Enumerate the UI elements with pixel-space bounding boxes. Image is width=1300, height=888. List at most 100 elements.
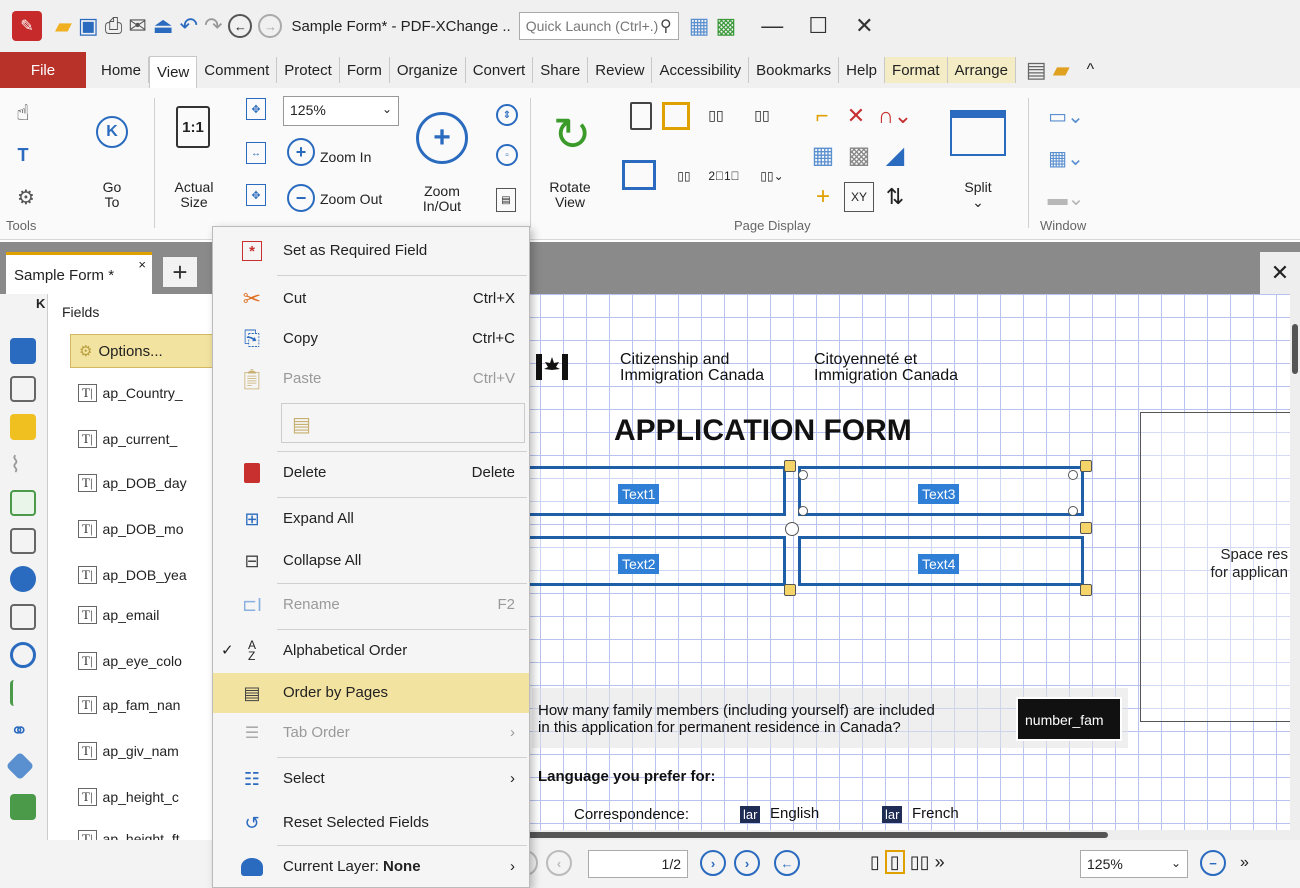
last-page-icon[interactable]: › <box>734 850 760 876</box>
menu-item-rename[interactable]: ⊏I Rename F2 <box>213 585 529 625</box>
signatures-icon[interactable] <box>10 528 36 554</box>
workspace-icon[interactable]: ▬⌄ <box>1046 184 1086 212</box>
close-tab-icon[interactable]: × <box>138 257 146 272</box>
new-tab-button[interactable]: + <box>162 256 198 288</box>
menu-item-reset-selected[interactable]: ↺ Reset Selected Fields <box>213 803 529 843</box>
layout-icon-c[interactable]: 2⃞1⃞ <box>704 162 744 190</box>
order-icon[interactable] <box>10 794 36 820</box>
zoom-out-button[interactable]: Zoom Out <box>320 192 382 207</box>
menu-item-tab-order[interactable]: ☰ Tab Order › <box>213 713 529 753</box>
close-button[interactable]: ✕ <box>841 13 887 39</box>
hand-tool-icon[interactable]: ☝ <box>10 98 36 128</box>
field-item[interactable]: T| ap_email <box>78 600 218 630</box>
page-up-icon[interactable]: ⇕ <box>496 104 518 126</box>
bookmarks-icon[interactable] <box>10 338 36 364</box>
tab-share[interactable]: Share <box>533 57 589 83</box>
resize-handle[interactable] <box>1080 460 1092 472</box>
field-item[interactable]: T| ap_eye_colo <box>78 646 218 676</box>
resize-handle[interactable] <box>784 460 796 472</box>
go-to-icon[interactable]: K <box>96 116 128 148</box>
menu-item-expand-all[interactable]: ⊞ Expand All <box>213 499 529 539</box>
document-tab[interactable]: Sample Form * × <box>6 252 152 294</box>
split-icon[interactable] <box>950 110 1006 156</box>
more-status-icon[interactable]: » <box>1240 854 1249 872</box>
tab-organize[interactable]: Organize <box>390 57 466 83</box>
coordinates-icon[interactable]: XY <box>844 182 874 212</box>
color-tool-icon[interactable]: ▦ <box>689 13 710 39</box>
fit-zoom-icon[interactable]: ▫ <box>496 144 518 166</box>
field-text1-label[interactable]: Text1 <box>618 484 660 504</box>
field-item[interactable]: T| ap_giv_nam <box>78 736 218 766</box>
tab-review[interactable]: Review <box>588 57 653 83</box>
tab-protect[interactable]: Protect <box>277 57 340 83</box>
two-pages-icon[interactable]: ▯▯ <box>698 102 734 128</box>
tab-arrange[interactable]: Arrange <box>947 57 1016 83</box>
comments-icon[interactable] <box>10 414 36 440</box>
layout-icon-b[interactable]: ▯▯ <box>670 162 698 190</box>
field-text4-label[interactable]: Text4 <box>918 554 960 574</box>
split-button[interactable]: Split ⌄ <box>950 180 1006 210</box>
field-item[interactable]: T| ap_DOB_mo <box>78 514 218 544</box>
field-item[interactable]: T| ap_DOB_yea <box>78 560 218 590</box>
scan-icon[interactable]: ⏏ <box>153 13 174 39</box>
go-to-button[interactable]: Go To <box>84 180 140 210</box>
attachments-icon[interactable]: ⌇ <box>10 452 36 478</box>
email-icon[interactable]: ✉ <box>128 13 146 39</box>
measure-icon[interactable]: ✕ <box>842 102 870 130</box>
menu-item-select[interactable]: ☷ Select › <box>213 759 529 799</box>
snap-icon[interactable]: ∩⌄ <box>878 102 912 130</box>
tab-form[interactable]: Form <box>340 57 390 83</box>
fit-visible-icon[interactable]: ✥ <box>246 184 266 206</box>
tab-convert[interactable]: Convert <box>466 57 534 83</box>
rotate-view-icon[interactable]: ↻ <box>544 106 600 162</box>
minimize-button[interactable]: — <box>749 13 795 39</box>
prev-page-icon[interactable]: ‹ <box>546 850 572 876</box>
menu-item-delete[interactable]: Delete Delete <box>213 453 529 493</box>
links-icon[interactable]: ⚭ <box>10 718 36 744</box>
resize-handle[interactable] <box>784 584 796 596</box>
number-family-field[interactable]: number_fam <box>1016 697 1122 741</box>
tools-gear-icon[interactable]: ⚙ <box>8 182 44 212</box>
vertical-scrollbar[interactable] <box>1290 294 1300 830</box>
new-window-icon[interactable]: ▭⌄ <box>1046 102 1086 130</box>
field-item[interactable]: T| ap_Country_ <box>78 378 218 408</box>
fields-icon[interactable] <box>10 490 36 516</box>
zoom-in-out-icon[interactable]: + <box>416 112 468 164</box>
layers-icon[interactable] <box>10 566 36 592</box>
back-icon[interactable]: ← <box>228 14 253 38</box>
field-text2-label[interactable]: Text2 <box>618 554 660 574</box>
options-button[interactable]: ⚙ Options... <box>70 334 215 368</box>
next-page-icon[interactable]: › <box>700 850 726 876</box>
english-checkbox[interactable]: lar <box>740 806 761 823</box>
continuous-page-icon[interactable] <box>662 102 690 130</box>
status-zoom-out-icon[interactable]: − <box>1200 850 1226 876</box>
layout-icon-a[interactable] <box>622 160 656 190</box>
save-icon[interactable]: ▣ <box>78 13 99 39</box>
rotate-handle[interactable] <box>798 470 808 480</box>
open-folder-icon[interactable]: ▰ <box>55 13 72 39</box>
print-icon[interactable]: ⎙ <box>105 13 123 39</box>
fit-page-icon[interactable]: ✥ <box>246 98 266 120</box>
quick-launch-input[interactable]: Quick Launch (Ctrl+.) ⚲ <box>518 12 679 40</box>
menu-item-paste[interactable]: 📋︎ Paste Ctrl+V <box>213 359 529 399</box>
guides-icon[interactable]: + <box>808 182 838 212</box>
center-handle[interactable] <box>785 522 799 536</box>
french-checkbox[interactable]: lar <box>882 806 903 823</box>
collapse-pane-icon[interactable]: K <box>36 296 45 311</box>
back-view-icon[interactable]: ← <box>774 850 800 876</box>
menu-item-order-by-pages[interactable]: ▤ Order by Pages <box>213 673 529 713</box>
tab-file[interactable]: File <box>0 52 86 88</box>
undo-icon[interactable]: ↶ <box>180 13 198 39</box>
actual-size-button[interactable]: Actual Size <box>164 180 224 210</box>
structure-icon[interactable] <box>10 680 36 706</box>
close-document-icon[interactable]: ✕ <box>1260 252 1300 294</box>
menu-item-alphabetical-order[interactable]: ✓ AZ Alphabetical Order <box>213 631 529 671</box>
menu-item-set-required[interactable]: * Set as Required Field <box>213 231 529 271</box>
thumbnails-icon[interactable] <box>10 376 36 402</box>
fullscreen-icon[interactable]: ▩ <box>715 13 736 39</box>
rotate-handle[interactable] <box>798 506 808 516</box>
zoom-select[interactable]: 125% ⌄ <box>283 96 399 126</box>
scroll-thumb[interactable] <box>478 832 1108 838</box>
layout-icon-d[interactable]: ▯▯⌄ <box>752 162 792 190</box>
tab-accessibility[interactable]: Accessibility <box>652 57 750 83</box>
